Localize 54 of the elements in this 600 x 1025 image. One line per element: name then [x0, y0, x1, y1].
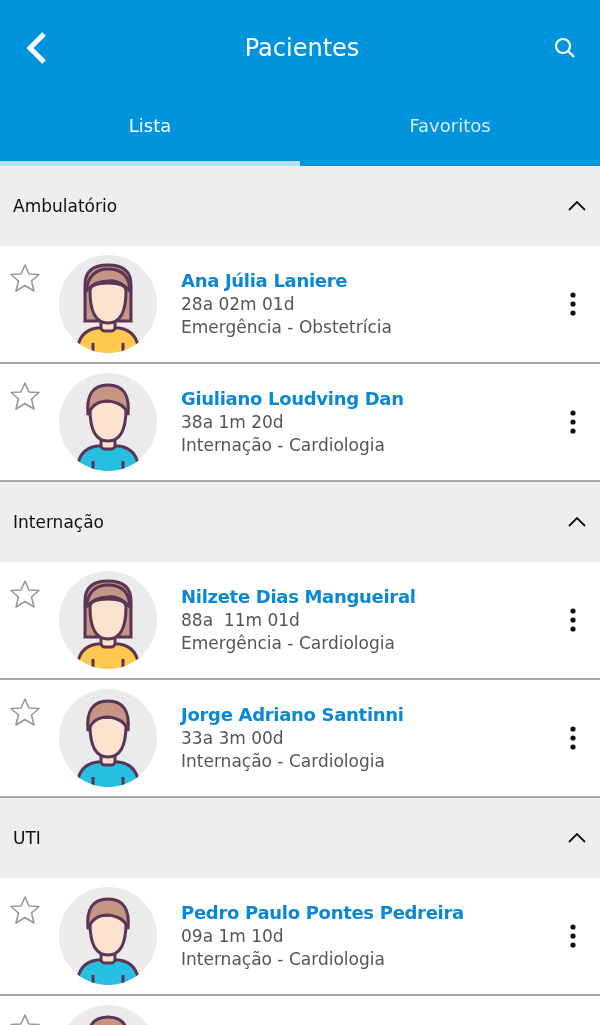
patient-name[interactable]: Jorge Adriano Santinni — [181, 703, 570, 725]
patient-row[interactable]: Pedro Paulo Pontes Pedreira 09a 1m 10d Internação - Cardiologia — [0, 878, 600, 996]
search-icon — [554, 36, 576, 59]
more-icon — [570, 726, 576, 750]
patient-name[interactable]: Nilzete Dias Mangueiral — [181, 585, 570, 607]
more-button[interactable] — [570, 292, 576, 316]
patient-name[interactable]: Ana Júlia Laniere — [181, 269, 570, 291]
favorite-button[interactable] — [9, 263, 41, 293]
more-icon — [570, 608, 576, 632]
patient-row[interactable]: Ana Júlia Laniere 28a 02m 01d Emergência - Obstetrícia — [0, 246, 600, 364]
star-icon — [9, 579, 41, 609]
patient-unit: Internação - Cardiologia — [181, 434, 386, 455]
patient-unit: Internação - Cardiologia — [181, 750, 386, 771]
star-icon — [9, 697, 41, 727]
star-icon — [9, 895, 41, 925]
patient-age: 88a 11m 01d — [181, 609, 301, 630]
chevron-up-icon — [568, 517, 586, 527]
section-title: Internação — [13, 512, 104, 532]
patient-age: 28a 02m 01d — [181, 293, 296, 314]
more-button[interactable] — [570, 608, 576, 632]
more-button[interactable] — [570, 726, 576, 750]
patient-unit: Internação - Cardiologia — [181, 948, 386, 969]
patient-age: 09a 1m 10d — [181, 925, 285, 946]
favorite-button[interactable] — [9, 381, 41, 411]
patient-name[interactable]: Giuliano Loudving Dan — [181, 387, 570, 409]
avatar-icon — [59, 571, 157, 669]
section-header[interactable]: Internação — [0, 482, 600, 562]
screen-title: Pacientes — [244, 33, 360, 62]
favorite-button[interactable] — [9, 895, 41, 925]
more-button[interactable] — [570, 410, 576, 434]
chevron-up-icon — [568, 201, 586, 211]
section-title: Ambulatório — [13, 196, 118, 216]
patient-age: 38a 1m 20d — [181, 411, 285, 432]
favorite-button[interactable] — [9, 697, 41, 727]
patient-unit: Emergência - Cardiologia — [181, 632, 396, 653]
chevron-up-icon — [568, 833, 586, 843]
more-icon — [570, 410, 576, 434]
star-icon — [9, 263, 41, 293]
avatar-icon — [59, 255, 157, 353]
section-header[interactable]: Ambulatório — [0, 166, 600, 246]
patient-age: 33a 3m 00d — [181, 727, 285, 748]
more-button[interactable] — [570, 924, 576, 948]
patient-row[interactable]: Nilzete Dias Mangueiral 88a 11m 01d Emergência - Cardiologia — [0, 562, 600, 680]
star-icon — [9, 381, 41, 411]
patient-unit: Emergência - Obstetrícia — [181, 316, 393, 337]
patient-name[interactable]: Pedro Paulo Pontes Pedreira — [181, 901, 570, 923]
avatar-icon — [59, 887, 157, 985]
section-title: UTI — [13, 828, 41, 848]
more-icon — [570, 924, 576, 948]
more-icon — [570, 292, 576, 316]
avatar-icon — [59, 689, 157, 787]
favorite-button[interactable] — [9, 579, 41, 609]
section-header[interactable]: UTI — [0, 798, 600, 878]
avatar-icon — [59, 373, 157, 471]
